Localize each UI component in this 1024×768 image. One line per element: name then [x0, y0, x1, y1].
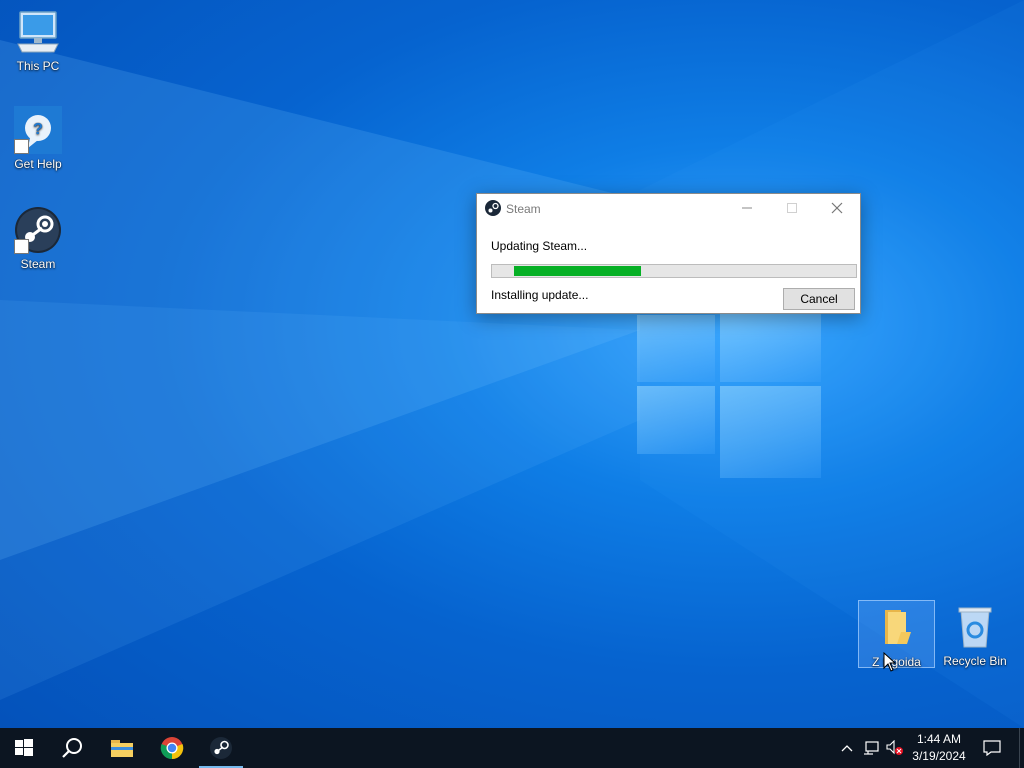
folder-icon [873, 604, 921, 652]
steam-icon [14, 206, 62, 254]
wallpaper-logo-pane-br [720, 386, 821, 478]
file-explorer-button[interactable] [98, 728, 146, 768]
clock-date: 3/19/2024 [912, 749, 966, 763]
wallpaper-logo-pane-bl [637, 386, 715, 454]
mouse-cursor-icon [883, 652, 897, 672]
maximize-button[interactable] [769, 194, 815, 222]
get-help-icon: ? [14, 106, 62, 154]
dialog-titlebar[interactable]: Steam [477, 194, 860, 222]
svg-text:?: ? [33, 121, 43, 138]
chrome-button[interactable] [148, 728, 196, 768]
steam-icon [210, 737, 232, 759]
start-button[interactable] [0, 728, 48, 768]
steam-logo-icon [485, 200, 501, 221]
show-desktop-button[interactable] [1019, 728, 1024, 768]
progress-fill [514, 266, 641, 276]
install-status-text: Installing update... [491, 288, 589, 302]
show-hidden-icons-button[interactable] [836, 728, 858, 768]
desktop-icon-this-pc[interactable]: This PC [0, 8, 76, 73]
desktop-icon-steam[interactable]: Steam [0, 206, 76, 271]
network-button[interactable] [860, 728, 882, 768]
update-progress-bar [491, 264, 857, 278]
shortcut-arrow-icon [14, 239, 29, 254]
taskbar: 1:44 AM 3/19/2024 [0, 728, 1024, 768]
steam-update-dialog: Steam Updating Steam... Installing updat… [476, 193, 861, 314]
desktop-icon-recycle-bin[interactable]: Recycle Bin [937, 600, 1013, 668]
search-button[interactable] [48, 728, 96, 768]
volume-button[interactable] [884, 728, 906, 768]
action-center-icon [983, 740, 1001, 756]
taskbar-clock[interactable]: 1:44 AM 3/19/2024 [904, 728, 974, 768]
file-explorer-icon [111, 740, 133, 757]
chrome-icon [160, 737, 184, 760]
dialog-title: Steam [506, 202, 541, 216]
desktop-icon-get-help[interactable]: ? Get Help [0, 106, 76, 171]
this-pc-icon [14, 8, 62, 56]
action-center-button[interactable] [978, 728, 1006, 768]
desktop-icon-label: Get Help [14, 157, 62, 171]
update-status-text: Updating Steam... [491, 239, 588, 253]
desktop-icon-label: Steam [20, 257, 56, 271]
desktop-icon-label: Recycle Bin [943, 654, 1007, 668]
volume-muted-icon [886, 740, 903, 755]
desktop[interactable]: This PC ? Get Help Steam Z Ngoida Recycl… [0, 0, 1024, 728]
recycle-bin-icon [951, 603, 999, 651]
minimize-button[interactable] [724, 194, 770, 222]
close-icon [831, 202, 843, 214]
search-icon [62, 738, 82, 758]
cancel-button[interactable]: Cancel [783, 288, 855, 310]
start-icon [15, 739, 33, 756]
desktop-icon-label: This PC [16, 59, 60, 73]
maximize-icon [787, 203, 797, 213]
network-icon [864, 741, 879, 755]
steam-taskbar-button[interactable] [197, 728, 245, 768]
chevron-up-icon [841, 745, 853, 752]
wallpaper-logo-pane-tr [720, 312, 821, 382]
minimize-icon [742, 207, 752, 209]
wallpaper-logo-pane-tl [637, 315, 715, 382]
close-button[interactable] [814, 194, 860, 222]
shortcut-arrow-icon [14, 139, 29, 154]
clock-time: 1:44 AM [916, 732, 962, 746]
